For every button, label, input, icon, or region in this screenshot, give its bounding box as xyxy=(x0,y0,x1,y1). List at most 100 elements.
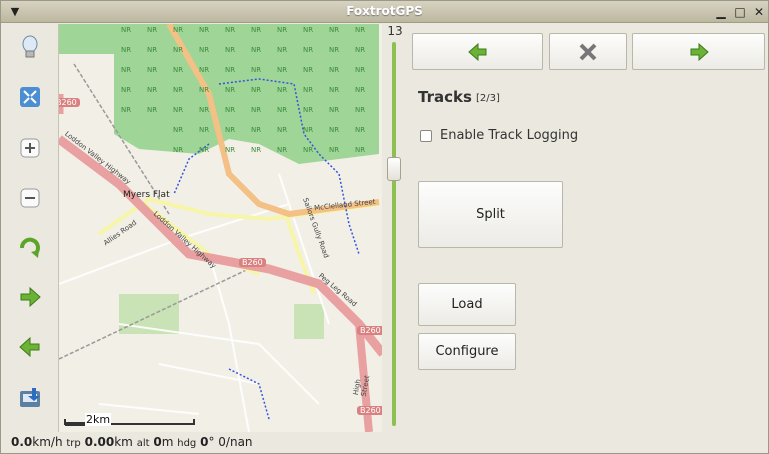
nature-reserve-label: NR xyxy=(225,46,235,54)
forward-button[interactable] xyxy=(13,280,47,314)
nature-reserve-label: NR xyxy=(173,46,183,54)
left-toolbar xyxy=(1,24,58,432)
track-count: [2/3] xyxy=(476,93,500,104)
trip-unit: km xyxy=(114,435,133,449)
heading-label: hdg xyxy=(177,438,197,449)
zoom-out-icon xyxy=(20,188,40,208)
speed-value: 0.0 xyxy=(11,435,33,449)
save-button[interactable] xyxy=(13,381,47,415)
nature-reserve-label: NR xyxy=(121,86,131,94)
altitude-label: alt xyxy=(136,438,150,449)
nature-reserve-label: NR xyxy=(251,146,261,154)
minimize-icon[interactable]: ▁ xyxy=(713,4,729,20)
panel-title: Tracks xyxy=(418,88,472,106)
nature-reserve-label: NR xyxy=(173,146,183,154)
altitude-value: 0 xyxy=(153,435,162,449)
nature-reserve-label: NR xyxy=(329,146,339,154)
maximize-icon[interactable]: □ xyxy=(732,4,748,20)
extra-status: 0/nan xyxy=(218,435,253,449)
nature-reserve-label: NR xyxy=(355,26,365,34)
nature-reserve-label: NR xyxy=(199,86,209,94)
app-window: ▼ FoxtrotGPS ▁ □ ✕ NR NR NR NR NR NR NR … xyxy=(0,0,769,454)
split-button[interactable]: Split xyxy=(418,181,563,248)
nature-reserve-label: NR xyxy=(329,46,339,54)
nature-reserve-label: NR xyxy=(303,146,313,154)
nature-reserve-label: NR xyxy=(225,66,235,74)
nature-reserve-label: NR xyxy=(225,126,235,134)
lightbulb-button[interactable] xyxy=(13,30,47,64)
fullscreen-icon xyxy=(20,87,40,107)
nature-reserve-label: NR xyxy=(121,106,131,114)
panel-forward-button[interactable] xyxy=(632,33,765,70)
nature-reserve-label: NR xyxy=(277,146,287,154)
nature-reserve-label: NR xyxy=(225,26,235,34)
nature-reserve-label: NR xyxy=(303,46,313,54)
nature-reserve-label: NR xyxy=(173,126,183,134)
map-view[interactable]: NR NR NR NR NR NR NR NR NR NR NR NR NR NR NR NR NR NR NR NR… xyxy=(58,24,382,432)
zoom-slider[interactable]: 13 xyxy=(384,24,406,432)
nature-reserve-label: NR xyxy=(355,106,365,114)
zoom-track[interactable] xyxy=(392,42,396,426)
road-shield: B260 xyxy=(59,98,80,107)
close-icon xyxy=(579,43,597,60)
save-icon xyxy=(20,388,40,407)
back-arrow-icon xyxy=(467,42,486,61)
zoom-level: 13 xyxy=(387,24,403,38)
road-shield: B260 xyxy=(357,326,382,335)
nature-reserve-label: NR xyxy=(251,106,261,114)
load-button[interactable]: Load xyxy=(418,283,516,326)
zoom-out-button[interactable] xyxy=(13,181,47,215)
fullscreen-button[interactable] xyxy=(13,80,47,114)
zoom-in-icon xyxy=(20,138,40,158)
trip-label: trp xyxy=(66,438,81,449)
scale-label: 2km xyxy=(85,413,112,426)
nature-reserve-label: NR xyxy=(355,46,365,54)
nature-reserve-label: NR xyxy=(251,86,261,94)
nature-reserve-label: NR xyxy=(303,126,313,134)
nature-reserve-label: NR xyxy=(147,66,157,74)
title-bar: ▼ FoxtrotGPS ▁ □ ✕ xyxy=(1,1,768,23)
nature-reserve-label: NR xyxy=(173,106,183,114)
panel-close-button[interactable] xyxy=(549,33,627,70)
back-arrow-icon xyxy=(19,337,40,357)
nature-reserve-label: NR xyxy=(225,86,235,94)
nature-reserve-label: NR xyxy=(277,26,287,34)
zoom-in-button[interactable] xyxy=(13,131,47,165)
nature-reserve-label: NR xyxy=(329,106,339,114)
road-shield: B260 xyxy=(357,406,382,415)
nature-reserve-label: NR xyxy=(355,146,365,154)
nature-reserve-label: NR xyxy=(173,66,183,74)
nature-reserve-label: NR xyxy=(173,86,183,94)
nature-reserve-label: NR xyxy=(303,106,313,114)
close-window-icon[interactable]: ✕ xyxy=(751,4,767,20)
zoom-thumb[interactable] xyxy=(387,157,401,181)
enable-logging-row[interactable]: Enable Track Logging xyxy=(420,128,578,143)
nature-reserve-label: NR xyxy=(329,126,339,134)
enable-logging-checkbox[interactable] xyxy=(420,129,432,142)
nature-reserve-label: NR xyxy=(147,106,157,114)
nature-reserve-label: NR xyxy=(199,146,209,154)
nature-reserve-label: NR xyxy=(199,126,209,134)
nature-reserve-label: NR xyxy=(277,106,287,114)
nature-reserve-label: NR xyxy=(329,26,339,34)
nature-reserve-label: NR xyxy=(251,26,261,34)
nature-reserve-label: NR xyxy=(199,66,209,74)
nature-reserve-label: NR xyxy=(147,46,157,54)
heading-unit: ° xyxy=(208,435,215,449)
nature-reserve-label: NR xyxy=(355,66,365,74)
nature-reserve-label: NR xyxy=(173,26,183,34)
nature-reserve-label: NR xyxy=(303,66,313,74)
nature-reserve-label: NR xyxy=(329,86,339,94)
nature-reserve-label: NR xyxy=(121,26,131,34)
rotate-icon xyxy=(20,237,40,258)
rotate-button[interactable] xyxy=(13,230,47,264)
nature-reserve-label: NR xyxy=(355,86,365,94)
panel-back-button[interactable] xyxy=(412,33,543,70)
nature-reserve-label: NR xyxy=(199,26,209,34)
back-button[interactable] xyxy=(13,330,47,364)
nature-reserve-label: NR xyxy=(303,86,313,94)
nature-reserve-label: NR xyxy=(277,46,287,54)
status-bar: 0.0km/h trp 0.00km alt 0m hdg 0° 0/nan xyxy=(1,432,768,453)
configure-button[interactable]: Configure xyxy=(418,333,516,370)
nature-reserve-label: NR xyxy=(251,46,261,54)
